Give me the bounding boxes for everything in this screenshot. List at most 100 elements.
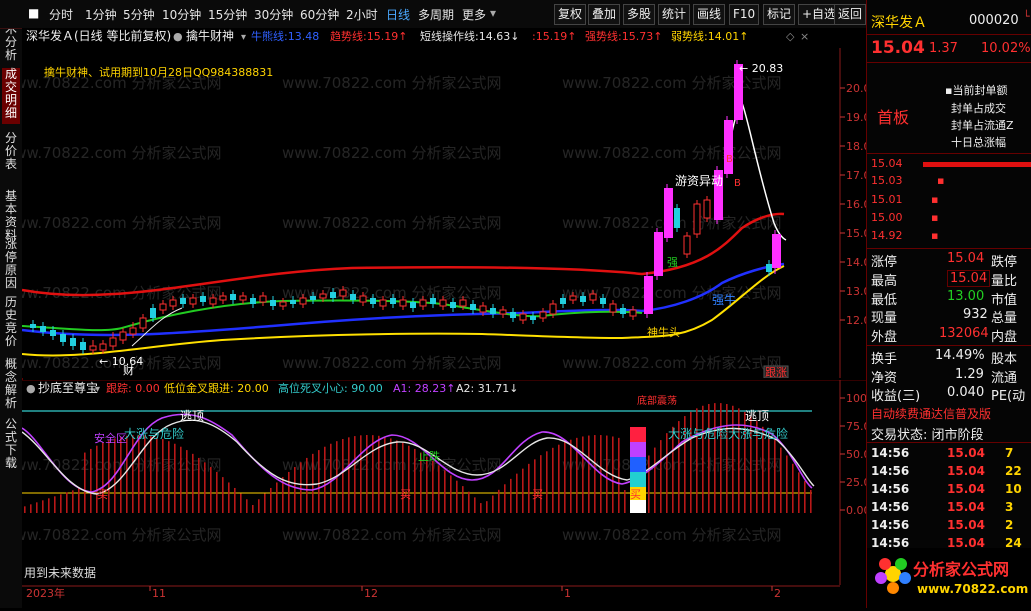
- toolbar-btn-0[interactable]: 复权: [554, 4, 587, 25]
- indicator-bar: [498, 489, 500, 513]
- menu-square-icon[interactable]: ■: [28, 6, 39, 20]
- period-5[interactable]: 30分钟: [254, 6, 293, 23]
- period-2[interactable]: 5分钟: [123, 6, 155, 23]
- board-tag: 首板: [877, 108, 910, 127]
- line-label-0: 牛熊线:13.48: [251, 29, 319, 43]
- tick-volume: 22: [1005, 464, 1022, 478]
- indicator-bar: [258, 499, 260, 513]
- period-8[interactable]: 日线: [386, 6, 410, 23]
- indicator-bar: [462, 486, 464, 513]
- corner-icon[interactable]: └: [1023, 10, 1030, 23]
- indicator-bar: [666, 433, 668, 513]
- y-tick-main-4: 16.00: [846, 198, 866, 211]
- stat2-val-2: 0.040: [947, 385, 985, 400]
- shenniutou-label: 神牛头: [647, 325, 680, 339]
- indicator-bar: [792, 463, 794, 513]
- indicator-bar: [318, 450, 320, 513]
- toolbar-btn-2[interactable]: 多股: [623, 4, 656, 25]
- order-price-1: 15.03: [871, 174, 903, 187]
- indicator-chart[interactable]: ● 抄底至尊宝 ▾ 跟踪: 0.00 低位金叉跟进: 20.00 高位死叉小心:…: [22, 380, 866, 592]
- tick-row: 14:56 15.04 22: [871, 464, 1029, 481]
- tick-time: 14:56: [871, 500, 910, 514]
- left-tab-4[interactable]: 涨停原因: [2, 238, 20, 294]
- left-tab-2[interactable]: 分价表: [2, 132, 20, 184]
- indicator-bar: [720, 403, 722, 513]
- indicator-bar: [204, 462, 206, 513]
- indicator-bar: [48, 498, 50, 513]
- left-tab-6[interactable]: 概念解析: [2, 358, 20, 414]
- period-3[interactable]: 10分钟: [162, 6, 201, 23]
- indicator-bar: [588, 435, 590, 513]
- left-tab-3[interactable]: 基本资料: [2, 190, 20, 242]
- stat-val-1: 15.04: [947, 270, 991, 287]
- indicator-bar: [228, 482, 230, 513]
- left-tab-5[interactable]: 历史竞价: [2, 296, 20, 352]
- high-price-label: ← 20.83: [739, 62, 783, 75]
- close-panel-icon[interactable]: ×: [800, 30, 809, 43]
- candle: [693, 200, 701, 238]
- toolbar-btn-5[interactable]: F10: [729, 4, 760, 25]
- notice-text[interactable]: 自动续费通达信普及版: [871, 405, 1029, 422]
- y-tick-ind-3: 25.00: [846, 476, 866, 489]
- indicator2-name[interactable]: 抄底至尊宝: [38, 380, 98, 395]
- period-7[interactable]: 2小时: [346, 6, 378, 23]
- watermark-text: www.70822.com 分析家公式网: [22, 526, 222, 544]
- line-label-4: 强势线:15.73↑: [585, 29, 662, 43]
- period-4[interactable]: 15分钟: [208, 6, 247, 23]
- indicator-bar: [552, 447, 554, 513]
- indicator-bar: [60, 494, 62, 513]
- toolbar-btn-6[interactable]: 标记: [763, 4, 796, 25]
- cai-label: 财: [123, 363, 134, 377]
- indicator-bar: [708, 403, 710, 513]
- left-tab-1[interactable]: 成交明细: [2, 68, 20, 124]
- indicator-bar: [108, 440, 110, 513]
- price-pct: 10.02%: [981, 41, 1031, 56]
- indicator-bar: [474, 497, 476, 513]
- more-dropdown-icon[interactable]: ▾: [490, 6, 496, 20]
- candle: [772, 230, 781, 274]
- indicator-bar: [582, 436, 584, 513]
- ind-param-4: A2: 31.71↓: [456, 382, 518, 395]
- tick-row: 14:56 15.04 7: [871, 446, 1029, 463]
- indicator-bar: [618, 437, 620, 513]
- watermark-text: www.70822.com 分析家公式网: [282, 354, 502, 372]
- indicator-bar: [210, 467, 212, 513]
- tick-price: 15.04: [947, 446, 985, 460]
- toolbar-btn-4[interactable]: 画线: [693, 4, 726, 25]
- left-tab-7[interactable]: 公式下载: [2, 418, 20, 474]
- indicator-bar: [516, 473, 518, 513]
- stat-key-4: 外盘: [871, 330, 898, 345]
- indicator-bar: [270, 487, 272, 513]
- zhi-label: 止跌: [418, 449, 440, 463]
- taoding-label: 逃顶: [180, 409, 204, 423]
- indicator-bar: [186, 450, 188, 513]
- indicator-dropdown-icon[interactable]: ▾: [241, 32, 246, 43]
- indicator-bar: [96, 445, 98, 513]
- tick-price: 15.04: [947, 482, 985, 496]
- trade-state: 交易状态: 闭市阶段: [871, 428, 984, 443]
- tick-time: 14:56: [871, 518, 910, 532]
- dazhang-label: 大涨与危险: [124, 426, 184, 441]
- toolbar-btn-8[interactable]: 返回: [834, 4, 867, 25]
- diamond-icon[interactable]: ◇: [786, 30, 795, 43]
- watermark-text: www.70822.com 分析家公式网: [282, 214, 502, 232]
- tick-time: 14:56: [871, 446, 910, 460]
- toolbar-btn-3[interactable]: 统计: [658, 4, 691, 25]
- indicator-bar: [198, 457, 200, 513]
- indicator-bar: [42, 500, 44, 513]
- period-10[interactable]: 更多: [462, 6, 486, 23]
- chart-title: 深华发Ａ(日线 等比前复权): [26, 28, 171, 43]
- indicator-bar: [786, 455, 788, 513]
- period-0[interactable]: 分时: [49, 6, 73, 23]
- period-1[interactable]: 1分钟: [85, 6, 117, 23]
- indicator-bar: [606, 435, 608, 513]
- toolbar-btn-1[interactable]: 叠加: [588, 4, 621, 25]
- indicator2-dropdown-icon[interactable]: ▾: [95, 384, 100, 395]
- indicator-name[interactable]: 擒牛财神: [186, 28, 234, 43]
- candlestick-chart[interactable]: 深华发Ａ(日线 等比前复权) ● 擒牛财神 ▾ 牛熊线:13.48 趋势线:15…: [22, 28, 866, 378]
- period-6[interactable]: 60分钟: [300, 6, 339, 23]
- y-tick-main-2: 18.00: [846, 140, 866, 153]
- indicator-bar: [180, 446, 182, 513]
- period-9[interactable]: 多周期: [418, 6, 454, 23]
- indicator-bar: [426, 456, 428, 513]
